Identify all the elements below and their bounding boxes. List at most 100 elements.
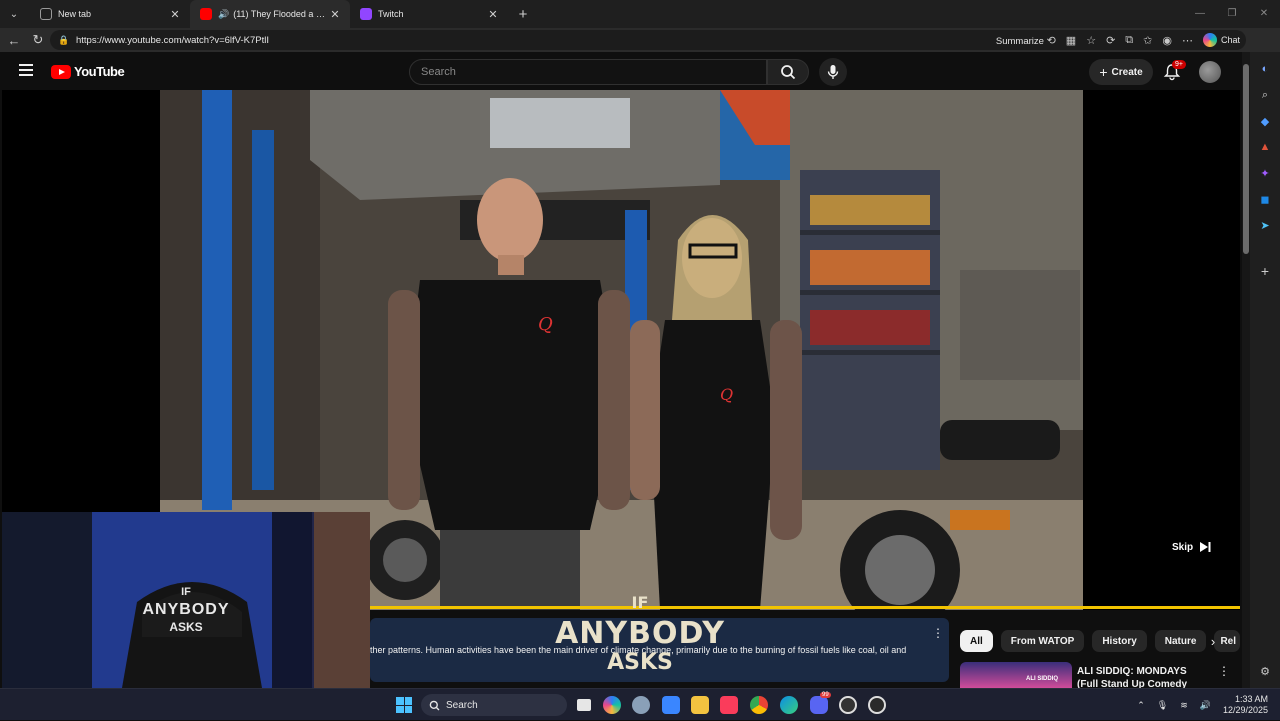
back-button[interactable]: ←: [2, 33, 26, 48]
voice-search-button[interactable]: [819, 58, 847, 86]
caption-more-icon[interactable]: ⋮: [932, 626, 944, 640]
task-view-icon[interactable]: [577, 699, 591, 711]
close-tab-icon[interactable]: ✕: [328, 8, 342, 21]
tab-twitch[interactable]: Twitch ✕: [350, 0, 508, 28]
url-text: https://www.youtube.com/watch?v=6lfV-K7P…: [76, 34, 269, 46]
favorite-star-icon[interactable]: ☆: [1086, 34, 1096, 47]
music-app-icon[interactable]: [720, 696, 738, 714]
summarize-label: Summarize: [995, 35, 1044, 47]
edge-sidebar: ◐ ⌕ ◆ ▲ ✦ ◼ ➤ + ⚙: [1250, 52, 1280, 688]
copilot-sidebar-icon[interactable]: ◐: [1258, 62, 1272, 76]
microphone-tray-icon[interactable]: 🎙: [1157, 700, 1168, 711]
video-progress-bar[interactable]: [368, 606, 1240, 609]
skip-ad-button[interactable]: Skip: [1172, 541, 1211, 553]
summarize-button[interactable]: Summarize ⟲: [996, 34, 1056, 47]
skip-next-icon: [1200, 542, 1211, 552]
chip-history[interactable]: History: [1092, 630, 1147, 652]
chip-all[interactable]: All: [960, 630, 993, 652]
site-info-icon[interactable]: 🔒: [58, 35, 70, 46]
close-window-icon[interactable]: ✕: [1248, 0, 1280, 28]
store-app-icon[interactable]: [662, 696, 680, 714]
more-icon[interactable]: ⋯: [1182, 34, 1193, 47]
address-bar[interactable]: 🔒 https://www.youtube.com/watch?v=6lfV-K…: [50, 30, 1246, 50]
extensions-icon[interactable]: ⟳: [1106, 34, 1115, 47]
profile-icon[interactable]: ◉: [1162, 34, 1172, 47]
tab-title: Twitch: [378, 9, 404, 19]
recommendation-thumbnail[interactable]: ALI SIDDIQ: [960, 662, 1072, 688]
outlook-icon[interactable]: ◼: [1258, 192, 1272, 206]
media-player-icon[interactable]: [868, 696, 886, 714]
browser-toolbar: ← ↻ 🔒 https://www.youtube.com/watch?v=6l…: [0, 28, 1280, 52]
clock-date: 12/29/2025: [1222, 705, 1268, 715]
toolbar-actions: Summarize ⟲ ▦ ☆ ⟳ ⧉ ✩ ◉ ⋯ Chat: [996, 30, 1246, 50]
chat-label: Chat: [1220, 35, 1240, 45]
file-explorer-icon[interactable]: [691, 696, 709, 714]
tab-youtube-video[interactable]: 🔊 (11) They Flooded a Place That Was Onc…: [190, 0, 350, 28]
tab-title: (11) They Flooded a Place That Was Once …: [233, 9, 328, 19]
search-icon: [429, 700, 440, 710]
tab-actions-menu-button[interactable]: ⌄: [2, 3, 26, 25]
copilot-icon: [1202, 33, 1217, 47]
close-tab-icon[interactable]: ✕: [168, 8, 182, 21]
system-tray: ⌃ 🎙 ≋ 🔊 1:33 AM 12/29/2025: [1137, 689, 1280, 721]
guide-menu-icon[interactable]: [19, 64, 33, 79]
refresh-button[interactable]: ↻: [26, 32, 50, 48]
page-scrollbar-thumb[interactable]: [1243, 64, 1249, 254]
add-sidebar-app-icon[interactable]: +: [1258, 263, 1272, 279]
read-aloud-icon[interactable]: ▦: [1066, 34, 1076, 47]
search-button[interactable]: [767, 59, 809, 85]
tools-icon[interactable]: ▲: [1258, 140, 1272, 154]
youtube-play-icon: [51, 64, 71, 79]
taskbar-search[interactable]: Search: [421, 694, 567, 716]
recommendation-title[interactable]: ALI SIDDIQ: MONDAYS (Full Stand Up Comed…: [1077, 665, 1209, 689]
send-icon[interactable]: ➤: [1258, 218, 1272, 232]
copilot-chat-button[interactable]: Chat: [1202, 33, 1240, 47]
edge-icon[interactable]: [780, 696, 798, 714]
new-tab-button[interactable]: +: [512, 6, 534, 23]
search-input[interactable]: Search: [409, 59, 767, 85]
brand-overlay-if: IF: [631, 593, 649, 612]
search-sidebar-icon[interactable]: ⌕: [1258, 88, 1272, 102]
volume-icon[interactable]: 🔊: [1200, 700, 1211, 711]
chip-nature[interactable]: Nature: [1154, 630, 1207, 652]
speaker-icon[interactable]: 🔊: [218, 9, 229, 20]
discord-icon[interactable]: [810, 696, 828, 714]
shopping-icon[interactable]: ◆: [1258, 114, 1272, 128]
tab-new-tab[interactable]: New tab ✕: [30, 0, 190, 28]
restore-icon[interactable]: ❐: [1216, 0, 1248, 28]
summarize-icon: ⟲: [1046, 34, 1056, 47]
games-icon[interactable]: ✦: [1258, 166, 1272, 180]
chip-from-watop[interactable]: From WATOP: [1000, 630, 1085, 652]
collections-icon[interactable]: ⧉: [1125, 34, 1133, 47]
wifi-icon[interactable]: ≋: [1180, 700, 1188, 711]
svg-text:Q: Q: [538, 314, 553, 335]
twitch-icon: [360, 8, 372, 20]
microphone-icon: [827, 65, 839, 79]
copilot-app-icon[interactable]: [603, 696, 621, 714]
account-avatar[interactable]: [1199, 61, 1221, 83]
search-placeholder: Search: [421, 66, 456, 78]
create-label: Create: [1111, 66, 1143, 78]
youtube-icon: [200, 8, 212, 20]
system-clock[interactable]: 1:33 AM 12/29/2025: [1223, 694, 1268, 716]
skip-label: Skip: [1172, 541, 1194, 553]
chrome-icon[interactable]: [750, 696, 768, 714]
obs-icon[interactable]: [839, 696, 857, 714]
windows-start-icon[interactable]: [396, 697, 412, 713]
create-button[interactable]: + Create: [1089, 59, 1153, 85]
chevron-right-icon[interactable]: ›: [1203, 630, 1223, 652]
thumb-text: ALI SIDDIQ: [1026, 676, 1059, 682]
close-tab-icon[interactable]: ✕: [486, 8, 500, 21]
minimize-icon[interactable]: —: [1184, 0, 1216, 28]
favorites-icon[interactable]: ✩: [1143, 34, 1152, 47]
youtube-wordmark: YouTube: [74, 64, 125, 79]
youtube-logo[interactable]: YouTube: [51, 64, 125, 79]
streamer-webcam: IF ANYBODY ASKS: [2, 512, 370, 688]
recommendation-more-icon[interactable]: ⋮: [1218, 664, 1230, 678]
brand-overlay-asks: ASKS: [607, 650, 673, 675]
settings-app-icon[interactable]: [632, 696, 650, 714]
clock-time: 1:33 AM: [1234, 694, 1268, 704]
tab-title: New tab: [58, 9, 92, 19]
sidebar-settings-icon[interactable]: ⚙: [1258, 664, 1272, 678]
chevron-up-icon[interactable]: ⌃: [1137, 700, 1145, 711]
